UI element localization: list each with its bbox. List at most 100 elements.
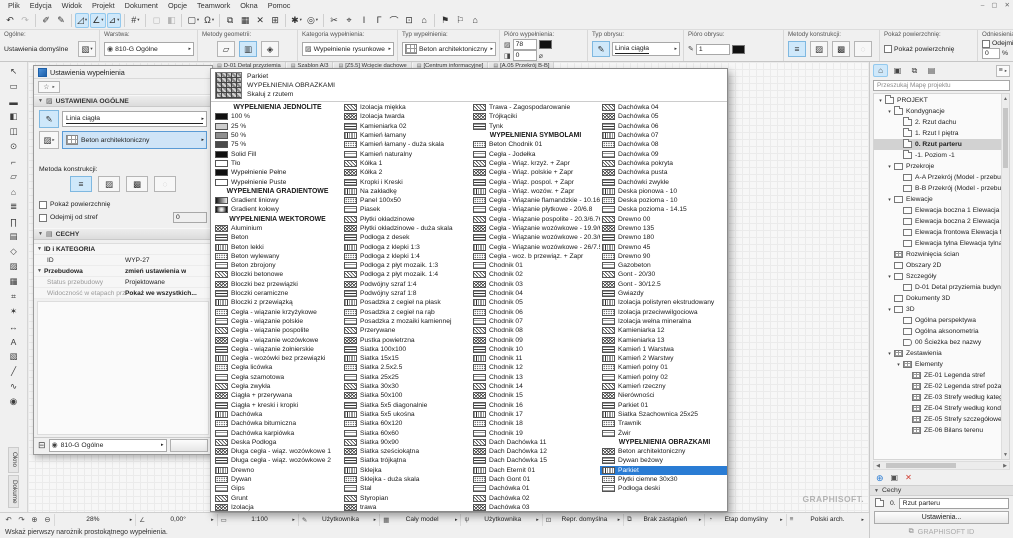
tree-item-6[interactable]: ▾ Przekroje [874,161,1001,172]
collapse-arrow-icon[interactable]: ▾ [886,307,893,313]
collapse-arrow-icon[interactable]: ▾ [895,362,902,368]
fill-item[interactable]: Wypełnienie Pełne [213,168,342,177]
fill-item[interactable]: Gont - 20/30 [600,270,727,279]
show-surface-checkbox[interactable] [884,45,892,53]
fill-item[interactable]: Podwójny szraf 1:8 [342,289,471,298]
view-map-button[interactable]: ▣ [890,64,905,77]
tree-item-22[interactable]: 00 Ścieżka bez nazwy [874,337,1001,348]
tree-item-30[interactable]: ZE-06 Bilans terenu [874,425,1001,436]
fill-item[interactable]: Chodnik 09 [471,335,600,344]
fill-item[interactable]: Siatka 25x25 [342,373,471,382]
tree-item-19[interactable]: ▾ 3D [874,304,1001,315]
fill-item[interactable]: Podłoga z płyt mozaik. 1:4 [342,270,471,279]
fill-item[interactable]: Chodnik 17 [471,410,600,419]
collapse-arrow-icon[interactable]: ▾ [886,109,893,115]
fill-item[interactable]: Chodnik 11 [471,354,600,363]
fill-item[interactable]: Drewno 90 [600,252,727,261]
fill-item[interactable]: Kamień 1 Warstwa [600,345,727,354]
orientation-combo[interactable]: ∠ 0,00° ▸ [135,513,216,526]
zoom-out-icon[interactable]: ⊖ [41,514,54,525]
fill-item[interactable]: Chodnik 10 [471,345,600,354]
fill-item[interactable]: Kamieniarka 02 [342,122,471,131]
fill-item[interactable]: Dachówka 04 [600,103,727,112]
tree-item-23[interactable]: ▾ Zestawienia [874,348,1001,359]
scroll-down-icon[interactable]: ▼ [1002,450,1009,459]
fill-item[interactable]: Izolacja miękka [342,103,471,112]
object-tool[interactable]: ⌗ [5,289,22,304]
fill-item[interactable]: Podłoga z klepki 1:3 [342,242,471,251]
fill-tool[interactable]: ▧ [5,349,22,364]
fill-item[interactable]: Cegła - wiązanie żołnierskie [213,345,342,354]
method-hatch-button[interactable]: ▨ [98,176,120,192]
flag-icon[interactable]: ⚑ [438,13,452,28]
home-view-icon[interactable]: ⌂ [417,13,431,28]
line-type-toggle-button[interactable]: ✎ [39,110,59,128]
fill-item[interactable]: Parkiet 01 [600,401,727,410]
zoom-combo[interactable]: 28% ▸ [54,513,135,526]
fill-item[interactable]: Gont - 30/12.5 [600,280,727,289]
fill-item[interactable]: Na zakładkę [342,187,471,196]
tree-item-28[interactable]: ZE-04 Strefy według kondygnacj [874,403,1001,414]
fill-item[interactable]: Dywan [213,475,342,484]
text-tool[interactable]: A [5,334,22,349]
scroll-left-icon[interactable]: ◀ [874,462,882,469]
slab-tool[interactable]: ▱ [5,169,22,184]
fill-item[interactable]: Deska Podłoga [213,438,342,447]
subtract-checkbox[interactable] [982,39,990,48]
tree-item-16[interactable]: ▾ Szczegóły [874,271,1001,282]
fill-item[interactable]: Cegła - wiązanie krzyżykowe [213,308,342,317]
fill-item[interactable]: Kropki i Kreski [342,177,471,186]
roof-tool[interactable]: ⌂ [5,184,22,199]
fill-item[interactable]: Deska pozioma - 10 [600,196,727,205]
fill-item[interactable]: Cegła - Wiązanie pospolite - 20.3/6.76 [471,215,600,224]
publisher-button[interactable]: ▤ [924,64,939,77]
fill-item[interactable]: Kółka 1 [342,159,471,168]
layer-combo[interactable]: ◉ 810-G Ogólne ▸ [104,42,194,56]
fillet-icon[interactable]: ⌒ [387,13,401,28]
palette-tab-1[interactable]: Dokume [8,474,19,508]
next-view-icon[interactable]: ↷ [15,514,28,525]
grid-options-icon[interactable]: ⊞ [268,13,282,28]
fill-item[interactable]: Chodnik 15 [471,391,600,400]
tree-item-0[interactable]: ▾ PROJEKT [874,95,1001,106]
fill-item[interactable]: Długa cegła - wiąz. wozówkowe 1 [213,447,342,456]
fill-item[interactable]: Gradient liniowy [213,196,342,205]
property-row[interactable]: Widoczność w etapach prz... Pokaż we wszy… [34,288,212,299]
property-group-row[interactable]: ▼ Przebudowa zmień ustawienia w [34,266,212,277]
tree-item-27[interactable]: ZE-03 Strefy według kategorii [874,392,1001,403]
fill-item[interactable]: Siatka trójkątna [342,456,471,465]
fill-item[interactable]: Przerywane [342,326,471,335]
fill-item[interactable]: Kamień łamany [342,131,471,140]
fill-item[interactable]: Dach Gont 01 [471,475,600,484]
property-group-row[interactable]: ▼ ID i KATEGORIA [34,244,212,255]
method-gradient-button[interactable]: ◌ [154,176,176,192]
menu-item-6[interactable]: Teamwork [192,1,235,10]
fill-item[interactable]: Parkiet [600,465,727,475]
menu-item-4[interactable]: Dokument [120,1,163,10]
fill-item[interactable]: Beton architektoniczny [600,447,727,456]
fill-item[interactable]: Chodnik 12 [471,363,600,372]
fill-item[interactable]: Kamień łamany - duża skala [342,140,471,149]
collapse-arrow-icon[interactable]: ▾ [886,164,893,170]
fill-item[interactable]: Gazobeton [600,261,727,270]
fill-item[interactable]: Podłoga z desek [342,233,471,242]
graphisoft-id-label[interactable]: GRAPHISOFT ID [918,527,975,536]
fill-item[interactable]: Trawa - Zagospodarowanie [471,103,600,112]
fill-item[interactable]: Dachówka 05 [600,112,727,121]
pen-set-combo[interactable]: ✎ Użytkownika ▸ [297,513,379,526]
tree-item-3[interactable]: 1. Rzut I piętra [874,128,1001,139]
fill-item[interactable]: Kamień rzeczny [600,382,727,391]
fill-item[interactable]: Cegła - Wiąz. polskie + Zapr [471,168,600,177]
tree-item-8[interactable]: B-B Przekrój (Model - przebudowa [874,183,1001,194]
tree-item-7[interactable]: A-A Przekrój (Model - przebudowa [874,172,1001,183]
fill-item[interactable]: Ciągła + przerywana [213,391,342,400]
fill-item[interactable]: trawa [342,503,471,511]
flag-add-icon[interactable]: ⚐ [453,13,467,28]
fill-item[interactable]: Ciągła + kreski i kropki [213,401,342,410]
fill-item[interactable]: Sklejka - duża skala [342,475,471,484]
suspend-groups-icon[interactable]: ◻ [149,13,163,28]
fill-item[interactable]: Długa cegła - wiąz. wozówkowe 2 [213,456,342,465]
fill-item[interactable]: Izolacja twarda [342,112,471,121]
dimension-tool[interactable]: ↔ [5,319,22,334]
fill-item[interactable]: Bloczki bez przewiązki [213,280,342,289]
